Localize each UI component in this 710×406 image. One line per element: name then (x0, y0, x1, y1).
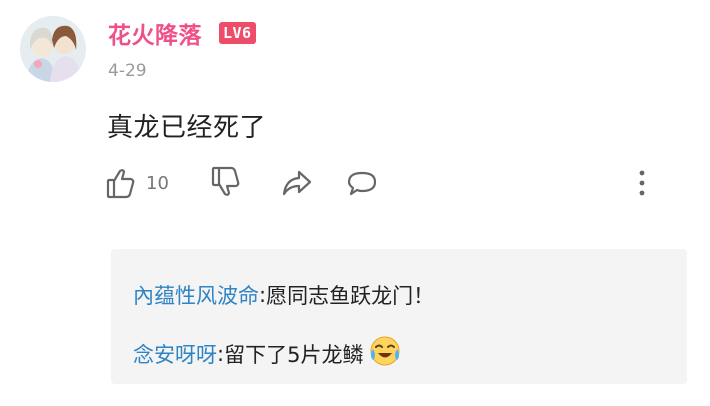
thumbs-down-icon (211, 166, 240, 196)
reply-author[interactable]: 內蕴性风波命 (133, 280, 259, 310)
speech-bubble-icon (347, 171, 377, 196)
reply-separator: : (259, 283, 267, 307)
reply-item[interactable]: 內蕴性风波命: 愿同志鱼跃龙门！ (133, 280, 434, 310)
thumbs-up-icon (106, 169, 135, 199)
level-badge: LV6 (219, 22, 256, 44)
reply-author[interactable]: 念安呀呀 (133, 339, 217, 369)
reply-item[interactable]: 念安呀呀: 留下了5片龙鳞 (133, 334, 403, 373)
avatar-image (20, 16, 86, 82)
like-count: 10 (146, 172, 169, 194)
crying-laughing-emoji-icon (367, 334, 403, 373)
more-vertical-icon (639, 170, 645, 196)
share-arrow-icon (282, 170, 312, 196)
reply-button[interactable] (346, 170, 378, 198)
reply-separator: : (217, 341, 225, 366)
comment-date: 4-29 (108, 61, 147, 81)
share-button[interactable] (281, 169, 313, 197)
replies-preview[interactable]: 內蕴性风波命: 愿同志鱼跃龙门！ 念安呀呀: 留下了5片龙鳞 (111, 249, 687, 384)
reply-text: 留下了5片龙鳞 (224, 342, 364, 367)
username[interactable]: 花火降落 (108, 16, 202, 50)
reply-text: 愿同志鱼跃龙门！ (266, 284, 435, 308)
like-button[interactable]: 10 (106, 167, 169, 199)
dislike-button[interactable] (211, 166, 241, 198)
more-options-button[interactable] (632, 168, 652, 198)
avatar[interactable] (20, 16, 86, 82)
comment-text: 真龙已经死了 (107, 113, 267, 143)
